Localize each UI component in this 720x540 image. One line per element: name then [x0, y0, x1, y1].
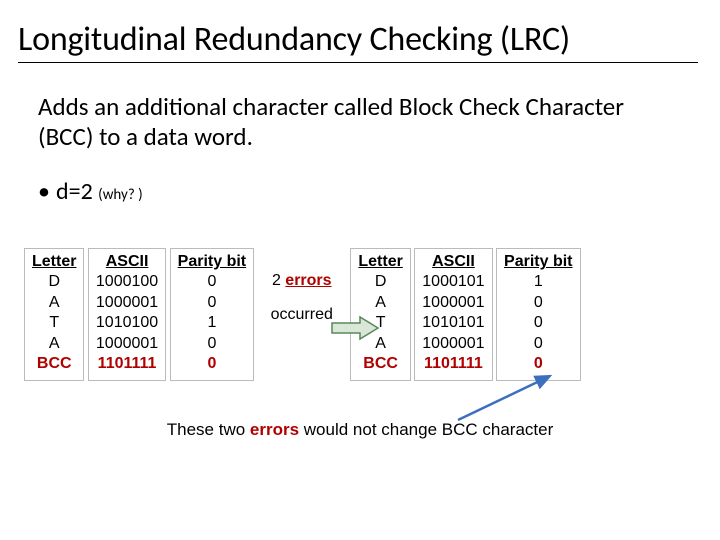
footer-post: would not change BCC character [299, 420, 553, 439]
table-cell: 1000001 [96, 334, 158, 354]
table-cell: 1000001 [422, 293, 484, 313]
table-cell: T [32, 313, 76, 333]
table-cell: 0 [504, 293, 572, 313]
footer-errors-word: errors [250, 420, 299, 439]
left-col-parity: Parity bit 0 0 1 0 0 [170, 248, 254, 381]
between-labels: 2 errors occurred [257, 248, 347, 324]
bcc-cell: 0 [178, 354, 246, 374]
left-col-ascii: ASCII 1000100 1000001 1010100 1000001 11… [88, 248, 166, 381]
bcc-cell: 0 [504, 354, 572, 374]
footer-pre: These two [167, 420, 250, 439]
tables-row: Letter D A T A BCC ASCII 1000100 1000001… [24, 248, 704, 381]
right-col-parity: Parity bit 1 0 0 0 0 [496, 248, 580, 381]
table-cell: A [358, 293, 402, 313]
bullet-d-equals-2: •d=2 (why? ) [38, 178, 143, 207]
table-cell: 1010101 [422, 313, 484, 333]
errors-number: 2 [272, 272, 285, 289]
bcc-cell: BCC [358, 354, 402, 374]
table-cell: 1000001 [422, 334, 484, 354]
bullet-why: (why? ) [98, 186, 143, 204]
left-col-letter: Letter D A T A BCC [24, 248, 84, 381]
table-cell: A [32, 334, 76, 354]
occurred-label: occurred [257, 306, 347, 324]
bullet-text: d=2 [56, 177, 98, 206]
right-col-ascii: ASCII 1000101 1000001 1010101 1000001 11… [414, 248, 492, 381]
errors-count: 2 errors [257, 272, 347, 290]
table-cell: 1 [178, 313, 246, 333]
table-cell: T [358, 313, 402, 333]
col-header: ASCII [96, 252, 158, 272]
col-header: Parity bit [504, 252, 572, 272]
col-header: Parity bit [178, 252, 246, 272]
table-cell: D [358, 272, 402, 292]
left-table: Letter D A T A BCC ASCII 1000100 1000001… [24, 248, 253, 381]
right-table: Letter D A T A BCC ASCII 1000101 1000001… [350, 248, 579, 381]
footer-note: These two errors would not change BCC ch… [0, 420, 720, 440]
table-cell: 0 [504, 334, 572, 354]
table-cell: 0 [178, 272, 246, 292]
title-underline [18, 62, 698, 63]
table-cell: 1 [504, 272, 572, 292]
right-col-letter: Letter D A T A BCC [350, 248, 410, 381]
table-cell: 1000100 [96, 272, 158, 292]
bcc-cell: BCC [32, 354, 76, 374]
table-cell: 0 [178, 334, 246, 354]
table-cell: 1000101 [422, 272, 484, 292]
table-cell: 0 [178, 293, 246, 313]
bcc-cell: 1101111 [96, 354, 158, 374]
table-cell: A [32, 293, 76, 313]
bcc-cell: 1101111 [422, 354, 484, 374]
table-cell: A [358, 334, 402, 354]
table-cell: 0 [504, 313, 572, 333]
slide: Longitudinal Redundancy Checking (LRC) A… [0, 0, 720, 540]
page-title: Longitudinal Redundancy Checking (LRC) [18, 20, 570, 59]
table-cell: 1010100 [96, 313, 158, 333]
bullet-dot: • [38, 178, 56, 207]
errors-word: errors [285, 272, 331, 289]
col-header: Letter [358, 252, 402, 272]
col-header: ASCII [422, 252, 484, 272]
table-cell: D [32, 272, 76, 292]
table-cell: 1000001 [96, 293, 158, 313]
col-header: Letter [32, 252, 76, 272]
description-text: Adds an additional character called Bloc… [38, 92, 678, 152]
